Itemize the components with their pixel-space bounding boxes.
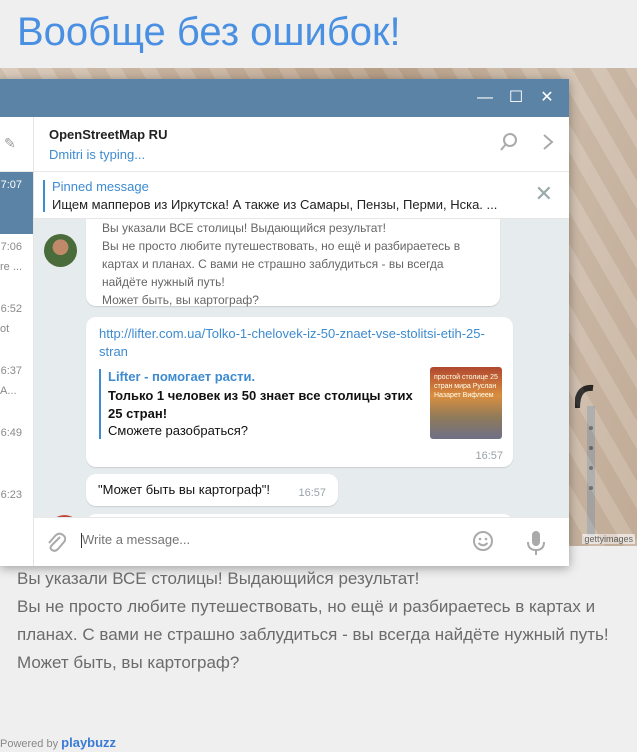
quote-line: Вы не просто любите путешествовать, но е… bbox=[102, 239, 461, 289]
pinned-text: Ищем мапперов из Иркутска! А также из Са… bbox=[52, 197, 498, 212]
message-composer bbox=[34, 517, 569, 566]
page-title: Вообще без ошибок! bbox=[17, 10, 401, 54]
caption-line: Вы не просто любите путешествовать, но е… bbox=[17, 597, 609, 644]
avatar[interactable] bbox=[44, 234, 77, 267]
message-time: 16:57 bbox=[298, 487, 326, 499]
pinned-accent-bar bbox=[43, 180, 45, 212]
chat-list-item[interactable]: 6:49 bbox=[0, 420, 33, 482]
crutch-image bbox=[575, 384, 595, 536]
chat-snippet: re ... bbox=[0, 261, 23, 273]
preview-site-name: Lifter - помогает расти. bbox=[108, 369, 256, 384]
preview-accent-bar bbox=[99, 369, 101, 439]
chat-time: 7:07 bbox=[0, 179, 22, 191]
chat-time: 6:23 bbox=[0, 489, 22, 501]
powered-by-label: Powered by bbox=[0, 738, 59, 750]
message-bubble: Вы указали ВСЕ столицы! Выдающийся резул… bbox=[86, 219, 500, 309]
window-titlebar: — ☐ ✕ bbox=[0, 79, 569, 117]
telegram-window: — ☐ ✕ ✎ 7:07 7:06 re ... 6:52 ot 6:37 A.… bbox=[0, 79, 569, 566]
paperclip-icon[interactable] bbox=[46, 531, 66, 553]
pinned-title: Pinned message bbox=[52, 179, 149, 194]
pencil-icon[interactable]: ✎ bbox=[4, 135, 16, 152]
chat-list-item[interactable]: 6:52 ot bbox=[0, 296, 33, 358]
minimize-button[interactable]: — bbox=[476, 89, 494, 107]
chat-header: OpenStreetMap RU Dmitri is typing... bbox=[34, 117, 569, 172]
chat-list-item[interactable]: 6:23 bbox=[0, 482, 33, 544]
chat-list-item[interactable]: 7:07 bbox=[0, 172, 33, 234]
chat-time: 6:37 bbox=[0, 365, 22, 377]
thumbnail-text: простой столице 25 стран мира Руслан Наз… bbox=[434, 374, 498, 399]
sidebar-header: ✎ bbox=[0, 117, 33, 172]
quote-line: Может быть, вы картограф? bbox=[102, 293, 259, 307]
search-icon[interactable] bbox=[499, 132, 519, 152]
chat-snippet: A... bbox=[0, 385, 17, 397]
preview-description: Сможете разобраться? bbox=[108, 423, 249, 438]
message-time: 16:57 bbox=[475, 450, 503, 462]
message-bubble: "Может быть вы картограф"! 16:57 bbox=[86, 474, 338, 506]
emoji-icon[interactable] bbox=[472, 530, 494, 552]
close-window-button[interactable]: ✕ bbox=[538, 89, 556, 107]
message-bubble: http://lifter.com.ua/Tolko-1-chelovek-iz… bbox=[86, 317, 513, 467]
chevron-right-icon[interactable] bbox=[541, 132, 555, 152]
chat-list-sidebar: ✎ 7:07 7:06 re ... 6:52 ot 6:37 A... 6:4… bbox=[0, 117, 34, 566]
chat-list-item[interactable]: 6:37 A... bbox=[0, 358, 33, 420]
quoted-text: Вы указали ВСЕ столицы! Выдающийся резул… bbox=[102, 219, 492, 309]
powered-by-footer[interactable]: Powered by playbuzz bbox=[0, 735, 116, 750]
playbuzz-logo: playbuzz bbox=[61, 735, 117, 750]
chat-time: 7:06 bbox=[0, 241, 22, 253]
photo-credit: gettyimages bbox=[582, 534, 635, 544]
caption-line: Вы указали ВСЕ столицы! Выдающийся резул… bbox=[17, 569, 420, 588]
message-link[interactable]: http://lifter.com.ua/Tolko-1-chelovek-iz… bbox=[99, 325, 509, 361]
chat-time: 6:49 bbox=[0, 427, 22, 439]
chat-time: 6:52 bbox=[0, 303, 22, 315]
result-caption: Вы указали ВСЕ столицы! Выдающийся резул… bbox=[17, 565, 627, 677]
maximize-button[interactable]: ☐ bbox=[507, 89, 525, 107]
preview-thumbnail[interactable]: простой столице 25 стран мира Руслан Наз… bbox=[430, 367, 502, 439]
message-text: "Может быть вы картограф"! bbox=[98, 482, 271, 497]
chat-title[interactable]: OpenStreetMap RU bbox=[49, 127, 167, 142]
quote-line: Вы указали ВСЕ столицы! Выдающийся резул… bbox=[102, 221, 387, 235]
microphone-icon[interactable] bbox=[526, 530, 546, 556]
preview-title: Только 1 человек из 50 знает все столицы… bbox=[108, 388, 413, 421]
caption-line: Может быть, вы картограф? bbox=[17, 653, 240, 672]
chat-snippet: ot bbox=[0, 323, 10, 335]
message-input[interactable] bbox=[82, 532, 382, 547]
chat-list-item[interactable]: 7:06 re ... bbox=[0, 234, 33, 296]
pinned-message[interactable]: Pinned message Ищем мапперов из Иркутска… bbox=[34, 172, 569, 219]
close-icon[interactable]: ✕ bbox=[535, 183, 553, 205]
message-history: Вы указали ВСЕ столицы! Выдающийся резул… bbox=[34, 219, 569, 517]
typing-status: Dmitri is typing... bbox=[49, 147, 146, 162]
